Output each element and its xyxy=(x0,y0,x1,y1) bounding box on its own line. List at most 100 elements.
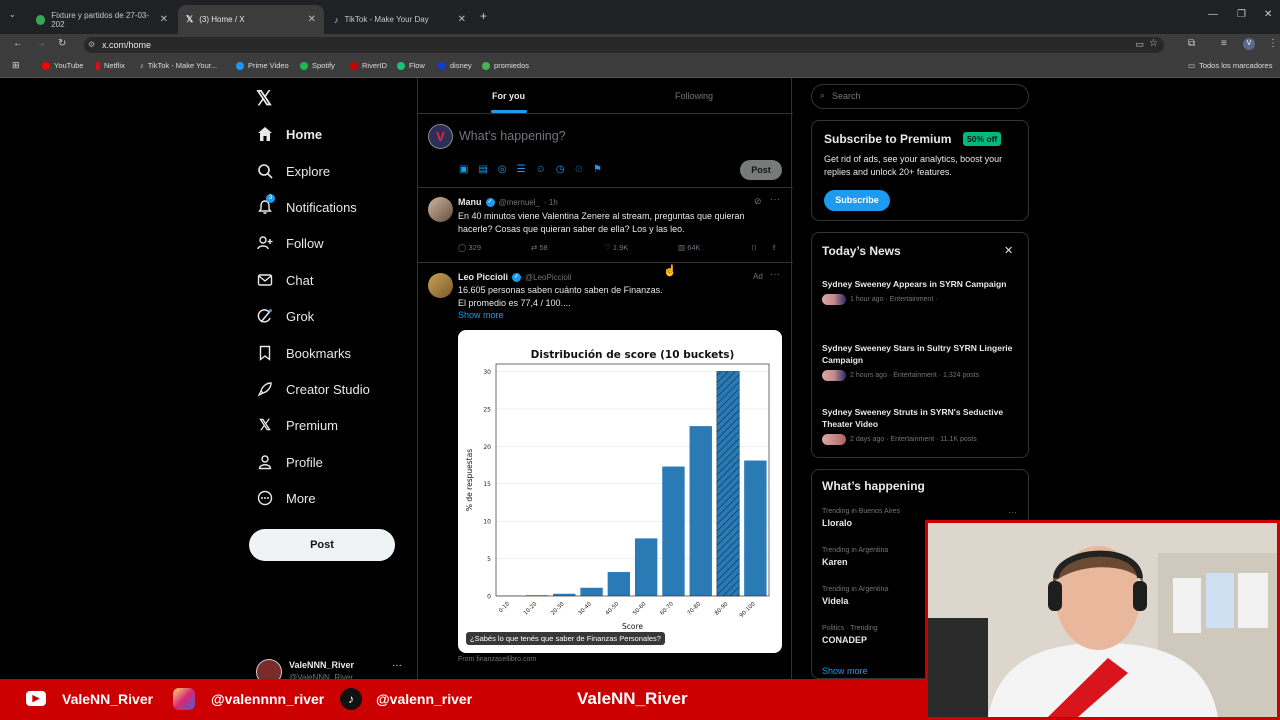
bookmark-spotify[interactable]: Spotify xyxy=(300,61,335,70)
nav-profile[interactable]: Profile xyxy=(256,450,323,474)
image-icon[interactable]: ▣ xyxy=(459,164,468,175)
trend-name: Karen xyxy=(822,557,848,567)
news-item[interactable]: Sydney Sweeney Appears in SYRN Campaign … xyxy=(822,278,1018,305)
reload-icon[interactable]: ↻ xyxy=(58,38,66,49)
bookmark-promiedos[interactable]: promiedos xyxy=(482,61,529,70)
nav-bookmarks[interactable]: Bookmarks xyxy=(256,341,351,365)
y-axis-label: % de respuestas xyxy=(465,449,474,511)
y-tick-label: 0 xyxy=(487,594,491,601)
more-dots-icon[interactable]: ··· xyxy=(1008,507,1017,517)
close-icon[interactable]: ✕ xyxy=(308,14,316,25)
more-dots-icon[interactable]: ··· xyxy=(392,660,402,671)
news-item[interactable]: Sydney Sweeney Stars in Sultry SYRN Ling… xyxy=(822,342,1018,381)
bookmark-button[interactable]: ⌷ xyxy=(752,243,757,253)
search-input[interactable]: ⌕ Search xyxy=(811,84,1029,109)
bookmark-disney[interactable]: disney xyxy=(438,61,472,70)
tweet-handle[interactable]: @LeoPiccioli xyxy=(525,273,571,282)
more-dots-icon[interactable]: ··· xyxy=(770,194,780,205)
account-switcher[interactable]: ValeNNN_River @ValeNNN_River ··· xyxy=(256,658,406,685)
menu-icon[interactable]: ⋮ xyxy=(1268,38,1278,49)
trend-item[interactable]: Trending in Argentina Videla xyxy=(822,586,888,606)
site-info-icon[interactable]: ⚙ xyxy=(88,40,95,49)
nav-notifications[interactable]: 3 Notifications xyxy=(256,194,357,219)
show-more-link[interactable]: Show more xyxy=(458,309,504,322)
grok-explain-icon[interactable]: ⊘ xyxy=(754,196,762,207)
tab-fixture[interactable]: Fixture y partidos de 27-03-202 ✕ xyxy=(28,5,176,34)
all-bookmarks[interactable]: ▭ Todos los marcadores xyxy=(1188,61,1272,70)
bookmark-youtube[interactable]: YouTube xyxy=(42,61,83,70)
show-more-link[interactable]: Show more xyxy=(822,666,868,676)
news-card: Today’s News ✕ Sydney Sweeney Appears in… xyxy=(811,232,1029,458)
flag-icon[interactable]: ⚑ xyxy=(593,164,602,175)
trend-item[interactable]: Politics · Trending CONADEP xyxy=(822,625,878,645)
tweet-author[interactable]: Leo Piccioli xyxy=(458,272,508,282)
nav-chat[interactable]: Chat xyxy=(256,268,313,292)
nav-more[interactable]: More xyxy=(256,486,316,510)
schedule-icon[interactable]: ◷ xyxy=(556,164,565,175)
minimize-icon[interactable]: — xyxy=(1208,9,1218,20)
nav-home[interactable]: Home xyxy=(256,122,322,146)
tab-x-home[interactable]: 𝕏 (3) Home / X ✕ xyxy=(178,5,324,34)
new-tab-icon[interactable]: + xyxy=(480,9,487,23)
post-button[interactable]: Post xyxy=(249,529,395,561)
close-icon[interactable]: ✕ xyxy=(160,14,168,25)
poll-icon[interactable]: ☰ xyxy=(517,164,526,175)
tweet[interactable]: Leo Piccioli ✓ @LeoPiccioli Ad ··· 16.60… xyxy=(418,264,793,720)
apps-icon[interactable]: ⊞ xyxy=(12,60,20,71)
grok-compose-icon[interactable]: ◎ xyxy=(498,164,507,175)
views-button[interactable]: ▥ 64K xyxy=(678,243,701,252)
tab-for-you[interactable]: For you xyxy=(492,91,525,101)
address-bar[interactable]: ⚙ x.com/home ▭ ☆ xyxy=(84,37,1164,53)
bookmark-tiktok[interactable]: ♪ TikTok - Make Your... xyxy=(140,61,217,70)
tweet-handle[interactable]: @mernuel_ xyxy=(499,198,540,207)
location-icon[interactable]: ⊙ xyxy=(575,164,583,175)
compose-post-button[interactable]: Post xyxy=(740,160,782,180)
bar xyxy=(689,426,712,596)
tweet-author[interactable]: Manu xyxy=(458,197,482,207)
ad-source[interactable]: From finanzasellibro.com xyxy=(458,656,536,663)
x-tick-label: 0-10 xyxy=(498,601,511,614)
ad-image-card[interactable]: Distribución de score (10 buckets) 0 5 10 15… xyxy=(458,330,782,653)
tweet-time[interactable]: · 1h xyxy=(544,198,558,207)
nav-explore[interactable]: Explore xyxy=(256,159,330,183)
trend-item[interactable]: Trending in Buenos Aires Lloralo xyxy=(822,508,900,528)
close-icon[interactable]: ✕ xyxy=(458,14,466,25)
nav-premium[interactable]: 𝕏 Premium xyxy=(256,413,338,437)
back-icon[interactable]: ← xyxy=(13,38,23,49)
extensions-icon[interactable]: ⧉ xyxy=(1188,38,1195,49)
more-dots-icon[interactable]: ··· xyxy=(770,269,780,280)
news-item[interactable]: Sydney Sweeney Struts in SYRN's Seductiv… xyxy=(822,406,1018,445)
subscribe-button[interactable]: Subscribe xyxy=(824,190,890,211)
tweet[interactable]: Manu ✓ @mernuel_ · 1h ⊘ ··· En 40 minuto… xyxy=(418,189,793,263)
bookmark-riverid[interactable]: RiverID xyxy=(350,61,387,70)
maximize-icon[interactable]: ❐ xyxy=(1237,9,1246,20)
bookmark-prime[interactable]: Prime Video xyxy=(236,61,289,70)
nav-grok[interactable]: Grok xyxy=(256,304,314,328)
tab-tiktok[interactable]: ♪ TikTok - Make Your Day ✕ xyxy=(326,5,474,34)
nav-follow[interactable]: Follow xyxy=(256,231,324,255)
close-icon[interactable]: ✕ xyxy=(1004,244,1013,257)
cast-icon[interactable]: ▭ xyxy=(1135,39,1144,50)
repost-button[interactable]: ⇄ 58 xyxy=(531,243,548,252)
forward-icon[interactable]: → xyxy=(36,38,46,49)
star-icon[interactable]: ☆ xyxy=(1149,38,1158,49)
bookmark-label: Flow xyxy=(409,61,425,70)
trend-item[interactable]: Trending in Argentina Karen xyxy=(822,547,888,567)
main-timeline: For you Following V What's happening? ▣ … xyxy=(417,78,793,720)
tab-following[interactable]: Following xyxy=(675,91,713,101)
bookmark-netflix[interactable]: Netflix xyxy=(96,61,125,70)
compose-input[interactable]: What's happening? xyxy=(459,129,566,143)
nav-creator-studio[interactable]: Creator Studio xyxy=(256,377,370,401)
gif-icon[interactable]: ▤ xyxy=(478,164,487,175)
x-logo-icon[interactable]: 𝕏 xyxy=(256,86,272,111)
share-button[interactable]: ⇪ xyxy=(771,243,777,252)
like-button[interactable]: ♡ 1.9K xyxy=(604,243,628,252)
tiktok-icon: ♪ xyxy=(140,61,144,70)
profile-avatar-icon[interactable]: V xyxy=(1243,38,1255,50)
window-close-icon[interactable]: ✕ xyxy=(1264,9,1272,20)
media-icon[interactable]: ≡ xyxy=(1221,38,1227,49)
bookmark-flow[interactable]: Flow xyxy=(397,61,425,70)
emoji-icon[interactable]: ☺ xyxy=(536,164,546,175)
reply-button[interactable]: ◯ 329 xyxy=(458,243,481,252)
tab-search-button[interactable]: ⌄ xyxy=(9,10,16,19)
